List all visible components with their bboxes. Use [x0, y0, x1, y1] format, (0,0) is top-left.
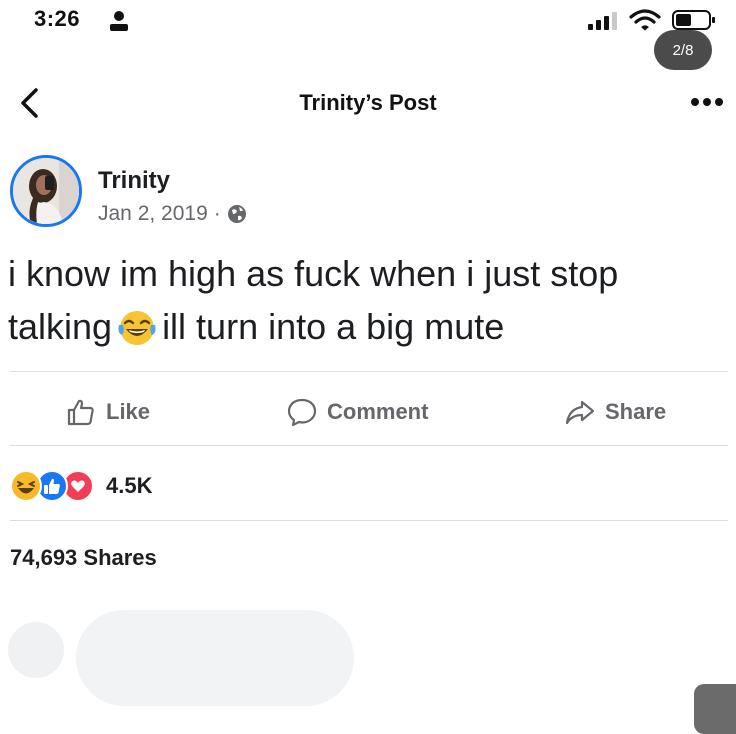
- battery-icon: [672, 10, 715, 30]
- haha-reaction-icon: [10, 470, 42, 502]
- comment-label: Comment: [327, 399, 429, 424]
- laughing-tears-emoji-icon: [118, 311, 156, 345]
- comment-avatar-placeholder: [8, 622, 64, 678]
- comment-button[interactable]: Comment: [287, 392, 428, 432]
- comment-bubble-icon: [287, 398, 317, 427]
- wifi-icon: [629, 9, 661, 31]
- more-options-icon[interactable]: [690, 96, 724, 108]
- shares-count[interactable]: 74,693 Shares: [10, 545, 157, 571]
- reaction-count[interactable]: 4.5K: [106, 473, 152, 499]
- divider: [10, 520, 728, 521]
- reaction-icons[interactable]: [10, 470, 94, 502]
- globe-icon: [227, 205, 246, 223]
- like-label: Like: [106, 399, 151, 424]
- share-button[interactable]: Share: [565, 392, 666, 432]
- post-text: i know im high as fuck when i just stop …: [8, 247, 728, 353]
- corner-button[interactable]: [694, 684, 736, 734]
- post-date[interactable]: Jan 2, 2019: [98, 202, 208, 226]
- meta-separator: ·: [213, 202, 221, 225]
- post-text-part-2: ill turn into a big mute: [162, 306, 505, 347]
- page-indicator: 2/8: [654, 30, 712, 70]
- like-button[interactable]: Like: [66, 392, 150, 432]
- share-label: Share: [605, 399, 667, 424]
- page-title: Trinity’s Post: [299, 90, 437, 115]
- post-meta: Jan 2, 2019 ·: [98, 202, 247, 226]
- share-arrow-icon: [565, 400, 595, 425]
- status-time: 3:26: [34, 6, 81, 31]
- author-name[interactable]: Trinity: [98, 167, 170, 195]
- divider: [10, 371, 728, 372]
- author-avatar[interactable]: [10, 155, 82, 227]
- person-icon: [110, 11, 128, 31]
- divider: [10, 445, 728, 446]
- comment-bubble-placeholder: [76, 610, 354, 706]
- avatar-photo: [13, 158, 79, 224]
- thumbs-up-icon: [67, 399, 94, 426]
- signal-icon: [588, 12, 617, 30]
